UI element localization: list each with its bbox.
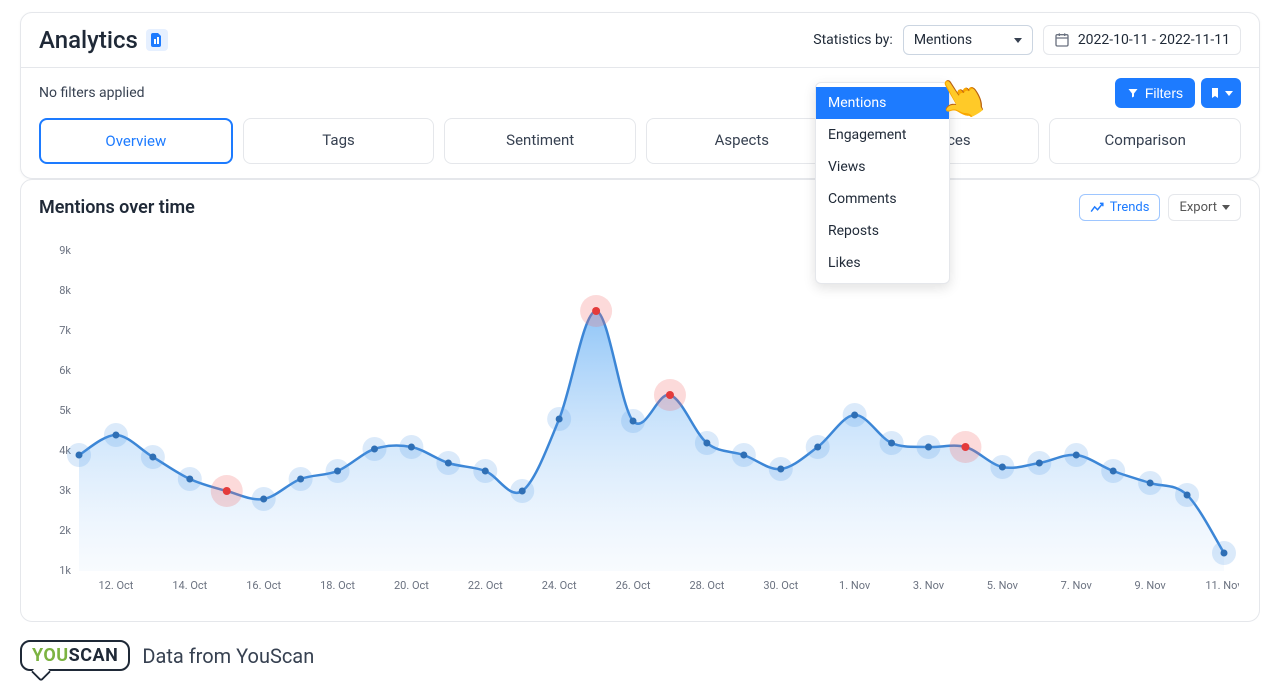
svg-text:7k: 7k — [59, 324, 71, 337]
tab-comparison[interactable]: Comparison — [1049, 118, 1241, 164]
svg-text:5. Nov: 5. Nov — [987, 579, 1019, 592]
svg-text:5k: 5k — [59, 404, 71, 417]
trends-label: Trends — [1110, 200, 1150, 215]
svg-text:14. Oct: 14. Oct — [172, 579, 207, 592]
dropdown-item-reposts[interactable]: Reposts — [816, 215, 949, 247]
svg-text:3. Nov: 3. Nov — [913, 579, 945, 592]
header-row: Analytics Statistics by: Mentions 2022-1… — [21, 13, 1259, 67]
export-label: Export — [1179, 200, 1217, 215]
tab-aspects[interactable]: Aspects — [646, 118, 838, 164]
svg-text:30. Oct: 30. Oct — [763, 579, 798, 592]
svg-text:1. Nov: 1. Nov — [839, 579, 871, 592]
mentions-line-chart[interactable]: 1k2k3k4k5k6k7k8k9k12. Oct14. Oct16. Oct1… — [39, 231, 1239, 611]
stats-by-value: Mentions — [914, 32, 972, 48]
no-filters-text: No filters applied — [39, 85, 145, 101]
svg-text:3k: 3k — [59, 484, 71, 497]
svg-text:2k: 2k — [59, 524, 71, 537]
tab-overview[interactable]: Overview — [39, 118, 233, 164]
svg-text:6k: 6k — [59, 364, 71, 377]
filters-row: No filters applied Filters — [21, 68, 1259, 118]
chart-title: Mentions over time — [39, 197, 195, 218]
tab-sentiment[interactable]: Sentiment — [444, 118, 636, 164]
chart-card: Mentions over time Trends Export 1k2k3k4… — [20, 179, 1260, 622]
tab-tags[interactable]: Tags — [243, 118, 435, 164]
footer: YOUSCAN Data from YouScan — [20, 640, 1260, 671]
date-range-text: 2022-10-11 - 2022-11-11 — [1078, 32, 1230, 48]
stats-by-dropdown: MentionsEngagementViewsCommentsRepostsLi… — [815, 82, 950, 284]
dropdown-item-comments[interactable]: Comments — [816, 183, 949, 215]
trends-icon — [1090, 202, 1104, 214]
chart-header: Mentions over time Trends Export — [39, 194, 1241, 221]
bookmark-icon — [1209, 86, 1221, 100]
export-button[interactable]: Export — [1168, 194, 1241, 221]
dropdown-item-engagement[interactable]: Engagement — [816, 119, 949, 151]
dropdown-item-likes[interactable]: Likes — [816, 247, 949, 279]
svg-text:7. Nov: 7. Nov — [1061, 579, 1093, 592]
youscan-logo: YOUSCAN — [20, 640, 130, 671]
stats-by-select[interactable]: Mentions — [903, 25, 1033, 55]
chevron-down-icon — [1014, 38, 1022, 43]
date-range-picker[interactable]: 2022-10-11 - 2022-11-11 — [1043, 25, 1241, 55]
footer-text: Data from YouScan — [142, 644, 314, 668]
svg-text:28. Oct: 28. Oct — [689, 579, 724, 592]
chevron-down-icon — [1222, 205, 1230, 210]
page-title: Analytics — [39, 26, 138, 54]
bookmark-dropdown-button[interactable] — [1201, 78, 1241, 108]
chart-area: 1k2k3k4k5k6k7k8k9k12. Oct14. Oct16. Oct1… — [39, 231, 1241, 611]
filter-icon — [1127, 87, 1139, 99]
svg-text:20. Oct: 20. Oct — [394, 579, 429, 592]
svg-text:9k: 9k — [59, 244, 71, 257]
svg-text:26. Oct: 26. Oct — [616, 579, 651, 592]
trends-button[interactable]: Trends — [1079, 194, 1161, 221]
svg-text:12. Oct: 12. Oct — [98, 579, 133, 592]
filters-button[interactable]: Filters — [1115, 78, 1195, 108]
svg-text:8k: 8k — [59, 284, 71, 297]
svg-text:22. Oct: 22. Oct — [468, 579, 503, 592]
svg-text:16. Oct: 16. Oct — [246, 579, 281, 592]
svg-text:24. Oct: 24. Oct — [542, 579, 577, 592]
svg-text:9. Nov: 9. Nov — [1135, 579, 1167, 592]
calendar-icon — [1054, 32, 1070, 48]
chevron-down-icon — [1225, 91, 1233, 96]
tabs-row: OverviewTagsSentimentAspectsSourcesCompa… — [21, 118, 1259, 178]
stats-by-label: Statistics by: — [813, 32, 893, 48]
svg-text:18. Oct: 18. Oct — [320, 579, 355, 592]
dropdown-item-views[interactable]: Views — [816, 151, 949, 183]
analytics-panel: Analytics Statistics by: Mentions 2022-1… — [20, 12, 1260, 179]
svg-text:1k: 1k — [59, 564, 71, 577]
document-icon[interactable] — [146, 29, 168, 51]
svg-text:11. Nov: 11. Nov — [1205, 579, 1239, 592]
filters-button-label: Filters — [1145, 85, 1183, 101]
